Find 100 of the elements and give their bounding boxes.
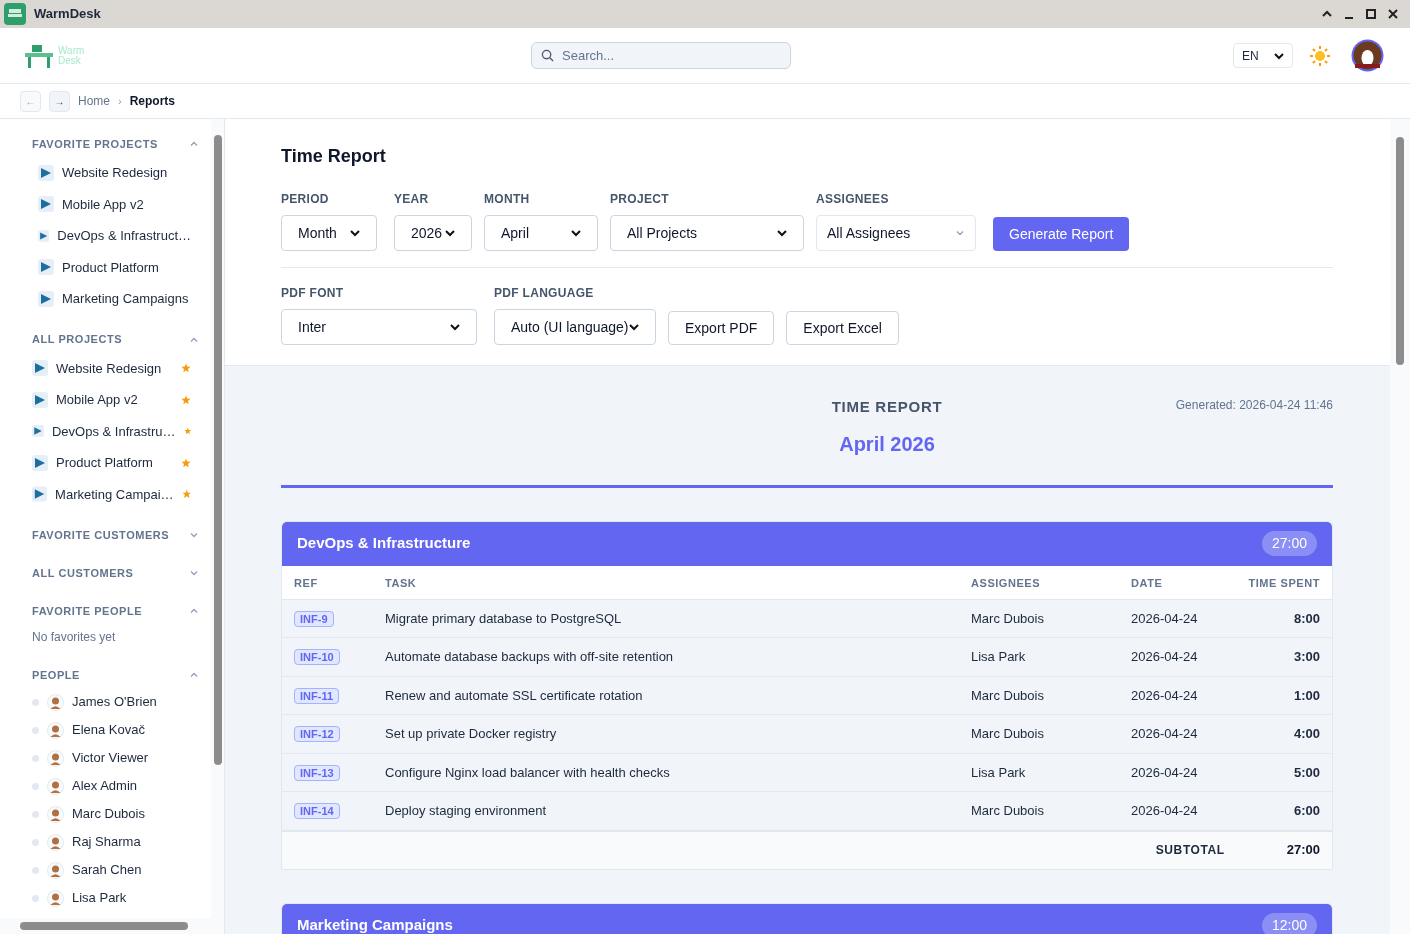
person-avatar [47,889,64,907]
project-link[interactable]: Marketing Campai… [55,484,174,504]
section-header[interactable]: ALL PROJECTS [32,326,203,353]
column-header: DATE [1131,577,1163,589]
sun-icon[interactable] [1309,44,1331,67]
search-field[interactable]: Search... [531,42,791,69]
chevron-icon [189,568,199,578]
language-select[interactable]: EN [1233,43,1293,68]
section-header[interactable]: PEOPLE [32,662,203,688]
project-link[interactable]: Website Redesign [56,358,173,378]
table-cell: 6:00 [1293,803,1320,818]
table-cell: Marc Dubois [971,687,1044,703]
export-button[interactable]: Export Excel [786,311,899,345]
project-icon [38,259,54,276]
table-cell: 2026-04-24 [1131,687,1198,703]
project-link[interactable]: Product Platform [62,257,191,277]
project-icon [32,486,48,503]
horizontal-scrollbar[interactable] [0,918,224,934]
table-cell: 2026-04-24 [1131,649,1198,664]
table-cell: Marc Dubois [971,803,1044,818]
select-field[interactable]: All Projects [610,215,804,251]
chevron-icon [955,228,965,238]
breadcrumb-separator: › [118,93,122,109]
avatar-icon[interactable] [1351,39,1384,72]
ref-badge: INF-14 [294,803,340,819]
person-link[interactable]: Sarah Chen [72,860,142,880]
page-title: Time Report [281,145,387,168]
favorite-star-icon[interactable] [181,363,191,374]
favorite-star-icon[interactable] [181,489,191,500]
select-field[interactable]: Inter [281,309,477,345]
field-label: ASSIGNEES [816,191,890,208]
project-link[interactable]: Website Redesign [62,163,191,183]
column-header: ASSIGNEES [971,577,1041,589]
ref-badge: INF-12 [294,726,340,742]
favorite-star-icon[interactable] [181,457,191,468]
project-link[interactable]: Product Platform [56,453,173,473]
person-avatar [47,861,64,879]
vertical-scrollbar[interactable] [1390,119,1410,934]
total-badge: 27:00 [1261,531,1317,556]
favorite-star-icon[interactable] [183,426,191,437]
vertical-scrollbar[interactable] [211,119,224,918]
export-button[interactable]: Export PDF [668,311,775,345]
subtotal-value: 27:00 [1286,841,1320,860]
chevron-icon [189,139,199,149]
field-label: PROJECT [610,191,670,208]
field-label: PERIOD [281,191,330,208]
person-avatar [47,693,64,711]
select-field[interactable]: Auto (UI language) [494,309,656,345]
table-cell: 5:00 [1293,764,1320,780]
favorite-star-icon[interactable] [181,394,191,405]
generated-timestamp: Generated: 2026-04-24 11:46 [1175,397,1333,414]
person-link[interactable]: Marc Dubois [72,804,145,824]
column-header: TIME SPENT [1248,577,1320,589]
select-field[interactable]: 2026 [394,215,472,251]
chevron-icon [777,229,787,237]
person-link[interactable]: Raj Sharma [72,832,141,852]
person-link[interactable]: Victor Viewer [72,748,149,768]
breadcrumb-link[interactable]: Reports [129,92,176,110]
breadcrumb-link[interactable]: Home [78,92,110,110]
generate-report-button[interactable]: Generate Report [993,217,1130,251]
person-avatar [47,833,64,851]
person-link[interactable]: Alex Admin [72,776,138,796]
project-link[interactable]: DevOps & Infrastruct… [57,226,191,246]
table-cell: Lisa Park [971,764,1026,780]
ref-badge: INF-13 [294,764,340,781]
logo-text: Desk [58,55,82,66]
column-header: TASK [385,577,417,589]
column-header: REF [294,577,318,589]
dropdown-field[interactable]: All Assignees [816,215,976,251]
field-label: YEAR [394,191,430,208]
table-cell: 8:00 [1293,610,1320,626]
section-header[interactable]: FAVORITE CUSTOMERS [32,522,203,548]
forward-button[interactable]: → [49,90,70,112]
select-field[interactable]: April [484,215,598,251]
person-link[interactable]: Elena Kovač [72,720,145,740]
table-cell: Marc Dubois [971,610,1044,626]
project-link[interactable]: Mobile App v2 [56,390,173,410]
search-icon [541,49,554,62]
select-field[interactable]: Month [281,215,377,251]
section-header[interactable]: ALL CUSTOMERS [32,560,203,586]
project-icon [38,196,54,213]
project-link[interactable]: Marketing Campaigns [62,289,191,309]
person-link[interactable]: James O'Brien [72,692,157,712]
chevron-icon [350,229,360,237]
table-cell: 2026-04-24 [1131,803,1198,818]
group-title: DevOps & Infrastructure [297,533,471,554]
section-header[interactable]: FAVORITE PEOPLE [32,598,203,624]
table-cell: Renew and automate SSL certificate rotation [385,687,643,703]
project-link[interactable]: DevOps & Infrastru… [51,421,176,441]
total-badge: 12:00 [1261,913,1317,934]
ref-badge: INF-11 [294,687,339,704]
section-header[interactable]: FAVORITE PROJECTS [32,131,203,157]
table-cell: 2026-04-24 [1131,764,1198,780]
report-period: April 2026 [839,431,935,457]
maximize-icon[interactable] [1366,9,1376,19]
close-icon[interactable] [1388,9,1398,19]
project-link[interactable]: Mobile App v2 [62,194,191,214]
project-icon [38,290,54,307]
collapse-icon[interactable] [1322,9,1332,19]
person-link[interactable]: Lisa Park [72,888,127,908]
